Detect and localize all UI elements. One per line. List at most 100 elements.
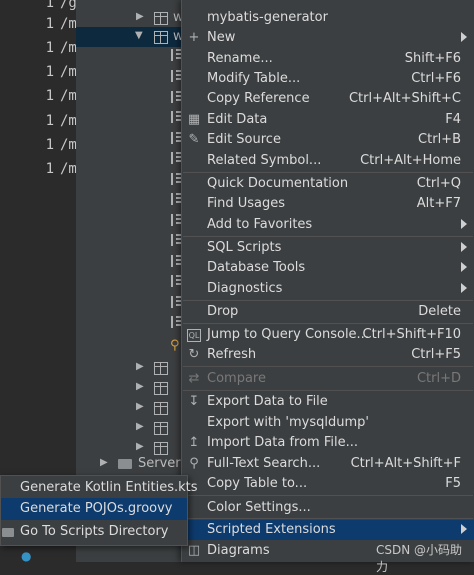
menu-item-label: Modify Table...: [207, 71, 301, 86]
editor-line[interactable]: 1/m: [0, 134, 77, 158]
tree-node-selected-table[interactable]: ▼ w: [76, 27, 196, 47]
column-icon[interactable]: [171, 70, 181, 82]
table-icon: [154, 402, 168, 415]
column-icon[interactable]: [171, 296, 181, 308]
menu-item-label: Color Settings...: [207, 500, 311, 515]
menu-item-label: Compare: [207, 371, 266, 386]
menu-item-refresh[interactable]: ↻ Refresh Ctrl+F5: [182, 345, 474, 365]
submenu-arrow-icon: [461, 32, 467, 42]
menu-item-diagnostics[interactable]: Diagnostics: [182, 279, 474, 299]
submenu-item-label: Generate Kotlin Entities.kts: [20, 480, 198, 495]
column-icon[interactable]: [171, 214, 181, 226]
lightbulb-icon[interactable]: ●: [21, 549, 35, 563]
menu-item-find-usages[interactable]: Find Usages Alt+F7: [182, 194, 474, 214]
tree-node-table[interactable]: ▶: [76, 398, 196, 418]
search-icon: ⚲: [189, 456, 199, 471]
menu-item-modify-table[interactable]: Modify Table... Ctrl+F6: [182, 69, 474, 89]
submenu-item-generate-kotlin[interactable]: Generate Kotlin Entities.kts: [1, 477, 198, 499]
tree-node-table[interactable]: ▶: [76, 418, 196, 438]
editor-line[interactable]: 1/m: [0, 85, 77, 109]
editor-line[interactable]: 1/m: [0, 158, 77, 182]
line-number: 1: [45, 40, 54, 56]
tree-node-table[interactable]: ▶: [76, 358, 196, 378]
menu-item-copy-table-to[interactable]: Copy Table to... F5: [182, 474, 474, 494]
menu-item-new[interactable]: + New: [182, 28, 474, 48]
column-icon[interactable]: [171, 173, 181, 185]
chevron-right-icon[interactable]: ▶: [136, 441, 144, 452]
folder-icon: [2, 528, 14, 537]
column-icon[interactable]: [171, 234, 181, 246]
menu-item-export-mysqldump[interactable]: Export with 'mysqldump': [182, 413, 474, 433]
menu-item-sql-scripts[interactable]: SQL Scripts: [182, 238, 474, 258]
submenu-item-generate-pojos[interactable]: Generate POJOs.groovy: [1, 498, 187, 520]
editor-line[interactable]: 1/m: [0, 13, 77, 37]
menu-item-label: Copy Table to...: [207, 476, 308, 491]
menu-item-quick-documentation[interactable]: Quick Documentation Ctrl+Q: [182, 174, 474, 194]
tree-node-table[interactable]: ▶: [76, 378, 196, 398]
menu-item-jump-to-query-console[interactable]: QL Jump to Query Console... Ctrl+Shift+F10: [182, 325, 474, 345]
column-icon[interactable]: [171, 152, 181, 164]
chevron-right-icon[interactable]: ▶: [136, 11, 144, 22]
menu-item-shortcut: Delete: [418, 304, 461, 319]
menu-item-label: Export with 'mysqldump': [207, 415, 369, 430]
editor-line[interactable]: 1/m: [0, 110, 77, 134]
column-icon[interactable]: [171, 316, 181, 328]
menu-item-export-data-to-file[interactable]: ↧ Export Data to File: [182, 392, 474, 412]
menu-item-add-to-favorites[interactable]: Add to Favorites: [182, 215, 474, 235]
chevron-down-icon[interactable]: ▼: [135, 30, 143, 41]
menu-item-label: New: [207, 30, 236, 45]
menu-item-scripted-extensions[interactable]: Scripted Extensions: [182, 520, 474, 540]
pencil-icon: ✎: [188, 132, 200, 147]
table-icon: [154, 422, 168, 435]
line-text: /m: [60, 40, 77, 56]
chevron-right-icon[interactable]: ▶: [136, 401, 144, 412]
menu-item-database-tools[interactable]: Database Tools: [182, 258, 474, 278]
table-icon: [154, 31, 168, 44]
menu-item-import-data-from-file[interactable]: ↥ Import Data from File...: [182, 433, 474, 453]
tree-node-server[interactable]: ▶ Server C: [76, 454, 196, 474]
menu-item-full-text-search[interactable]: ⚲ Full-Text Search... Ctrl+Alt+Shift+F: [182, 454, 474, 474]
menu-item-label: Refresh: [207, 347, 257, 362]
import-icon: ↥: [188, 435, 200, 450]
menu-item-label: Drop: [207, 304, 239, 319]
chevron-right-icon[interactable]: ▶: [136, 421, 144, 432]
chevron-right-icon[interactable]: ▶: [100, 457, 108, 468]
tree-node-table[interactable]: ▶ w: [76, 8, 196, 28]
export-icon: ↧: [188, 394, 200, 409]
column-icon[interactable]: [171, 193, 181, 205]
editor-line[interactable]: 1/m: [0, 61, 77, 85]
chevron-right-icon[interactable]: ▶: [136, 361, 144, 372]
chevron-right-icon[interactable]: ▶: [136, 381, 144, 392]
column-icon[interactable]: [171, 49, 181, 61]
column-icon[interactable]: [171, 111, 181, 123]
menu-item-color-settings[interactable]: Color Settings...: [182, 498, 474, 518]
line-text: /m: [60, 113, 77, 129]
menu-item-label: Scripted Extensions: [207, 522, 336, 537]
menu-item-related-symbol[interactable]: Related Symbol... Ctrl+Alt+Home: [182, 151, 474, 171]
menu-item-edit-data[interactable]: ▦ Edit Data F4: [182, 110, 474, 130]
column-icon[interactable]: [171, 255, 181, 267]
column-icon[interactable]: [171, 275, 181, 287]
menu-item-label: Quick Documentation: [207, 176, 349, 191]
menu-item-shortcut: Alt+F7: [416, 196, 461, 211]
menu-item-copy-reference[interactable]: Copy Reference Ctrl+Alt+Shift+C: [182, 89, 474, 109]
submenu-arrow-icon: [461, 242, 467, 252]
menu-item-rename[interactable]: Rename... Shift+F6: [182, 49, 474, 69]
key-icon[interactable]: ⚲: [170, 338, 180, 353]
column-icon[interactable]: [171, 132, 181, 144]
menu-separator: [183, 300, 473, 301]
line-number: 1: [45, 161, 54, 177]
menu-item-shortcut: Ctrl+F5: [411, 347, 461, 362]
menu-item-drop[interactable]: Drop Delete: [182, 302, 474, 322]
menu-item-label: Find Usages: [207, 196, 286, 211]
submenu-item-go-to-scripts[interactable]: Go To Scripts Directory: [1, 521, 187, 543]
table-icon: [154, 362, 168, 375]
menu-header-label: mybatis-generator: [207, 10, 328, 25]
editor-line[interactable]: 1/m: [0, 37, 77, 61]
line-text: /g: [60, 0, 77, 11]
submenu-item-label: Generate POJOs.groovy: [20, 501, 173, 516]
menu-item-edit-source[interactable]: ✎ Edit Source Ctrl+B: [182, 130, 474, 150]
column-icon[interactable]: [171, 91, 181, 103]
plus-icon: +: [188, 30, 200, 45]
line-number: 1: [45, 88, 54, 104]
